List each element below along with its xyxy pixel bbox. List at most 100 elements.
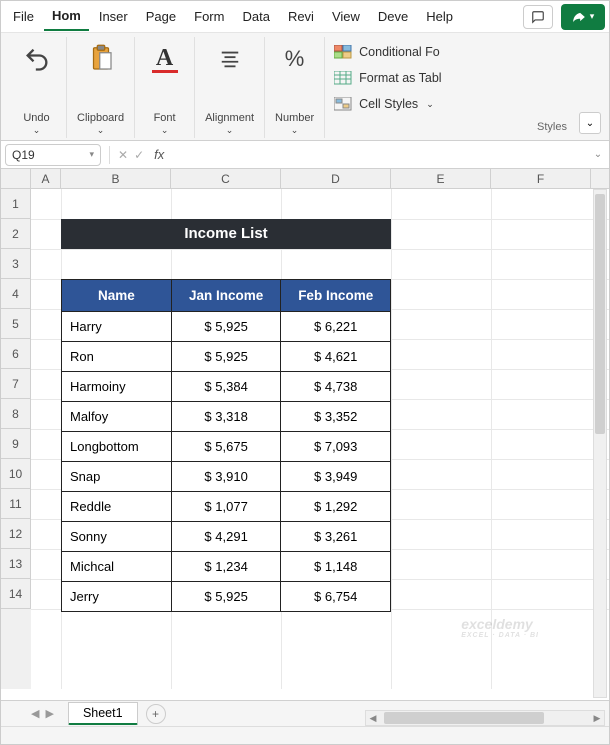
formula-bar: Q19 ▾ ✕ ✓ fx ⌄ [1,141,609,169]
format-table-icon [333,70,353,86]
ribbon-group-clipboard: Clipboard⌄ [67,37,135,138]
table-row[interactable]: Reddle$ 1,077$ 1,292 [62,492,391,522]
sheet-nav[interactable]: ◀▶ [31,707,54,720]
formula-input[interactable] [170,144,587,166]
table-row[interactable]: Harmoiny$ 5,384$ 4,738 [62,372,391,402]
row-header[interactable]: 4 [1,279,31,309]
tab-review[interactable]: Revi [280,3,322,30]
share-icon [572,10,586,24]
tab-file[interactable]: File [5,3,42,30]
spreadsheet-grid: A B C D E F 1 2 3 4 5 6 7 8 9 10 11 12 1… [1,169,609,689]
select-all-corner[interactable] [1,169,31,188]
cells-area[interactable]: Income List Name Jan Income Feb Income H… [31,189,609,689]
row-header[interactable]: 5 [1,309,31,339]
chevron-right-icon[interactable]: ▶ [45,707,53,720]
row-header[interactable]: 8 [1,399,31,429]
tab-data[interactable]: Data [234,3,277,30]
cell-styles-icon [333,96,353,112]
status-bar [1,726,609,744]
number-icon[interactable]: % [285,39,305,79]
scroll-thumb[interactable] [595,194,605,434]
watermark: exceldemy EXCEL · DATA · BI [461,616,539,639]
table-row[interactable]: Michcal$ 1,234$ 1,148 [62,552,391,582]
alignment-label: Alignment⌄ [205,112,254,136]
table-row[interactable]: Harry$ 5,925$ 6,221 [62,312,391,342]
row-header[interactable]: 12 [1,519,31,549]
fx-label[interactable]: fx [154,147,164,162]
col-header-e[interactable]: E [391,169,491,188]
ribbon-group-styles: Conditional Fo Format as Tabl Cell Style… [325,37,603,138]
plus-icon: + [152,707,159,721]
number-label: Number⌄ [275,112,314,136]
undo-icon[interactable] [23,39,51,79]
font-label: Font⌄ [154,112,176,136]
comment-icon [531,10,545,24]
ribbon-group-font: A Font⌄ [135,37,195,138]
chevron-down-icon: ⌄ [586,118,594,129]
alignment-icon[interactable] [217,39,243,79]
cancel-formula-icon[interactable]: ✕ [118,148,128,162]
row-headers: 1 2 3 4 5 6 7 8 9 10 11 12 13 14 [1,189,31,689]
column-headers: A B C D E F [1,169,609,189]
chevron-left-icon[interactable]: ◀ [366,713,380,724]
tab-formulas[interactable]: Form [186,3,232,30]
table-row[interactable]: Longbottom$ 5,675$ 7,093 [62,432,391,462]
clipboard-label: Clipboard⌄ [77,112,124,136]
row-header[interactable]: 14 [1,579,31,609]
header-feb: Feb Income [281,280,391,312]
vertical-scrollbar[interactable] [593,189,607,698]
scroll-thumb[interactable] [384,712,544,724]
conditional-formatting-button[interactable]: Conditional Fo [333,41,595,63]
sheet-tab-sheet1[interactable]: Sheet1 [68,702,138,725]
ribbon-expand-button[interactable]: ⌄ [579,112,601,134]
format-as-table-button[interactable]: Format as Tabl [333,67,595,89]
ribbon-group-number: % Number⌄ [265,37,325,138]
chevron-left-icon[interactable]: ◀ [31,707,39,720]
row-header[interactable]: 6 [1,339,31,369]
cell-styles-button[interactable]: Cell Styles⌄ [333,93,595,115]
share-button[interactable]: ▾ [561,4,605,30]
comments-button[interactable] [523,5,553,29]
row-header[interactable]: 10 [1,459,31,489]
row-header[interactable]: 11 [1,489,31,519]
name-box[interactable]: Q19 ▾ [5,144,101,166]
income-table: Name Jan Income Feb Income Harry$ 5,925$… [61,279,391,612]
tab-insert[interactable]: Inser [91,3,136,30]
formula-expand-button[interactable]: ⌄ [587,149,609,160]
col-header-b[interactable]: B [61,169,171,188]
styles-group-label: Styles [333,121,595,133]
row-header[interactable]: 9 [1,429,31,459]
table-row[interactable]: Sonny$ 4,291$ 3,261 [62,522,391,552]
row-header[interactable]: 13 [1,549,31,579]
tab-view[interactable]: View [324,3,368,30]
font-icon[interactable]: A [152,39,178,79]
add-sheet-button[interactable]: + [146,704,166,724]
col-header-d[interactable]: D [281,169,391,188]
table-title: Income List [61,219,391,249]
menu-bar: File Hom Inser Page Form Data Revi View … [1,1,609,33]
table-header-row: Name Jan Income Feb Income [62,280,391,312]
table-row[interactable]: Malfoy$ 3,318$ 3,352 [62,402,391,432]
table-row[interactable]: Jerry$ 5,925$ 6,754 [62,582,391,612]
tab-page[interactable]: Page [138,3,184,30]
row-header[interactable]: 7 [1,369,31,399]
paste-icon[interactable] [86,39,116,79]
ribbon: Undo⌄ Clipboard⌄ A Font⌄ Alignment⌄ % Nu… [1,33,609,141]
conditional-formatting-icon [333,44,353,60]
horizontal-scrollbar[interactable]: ◀ ▶ [365,710,605,726]
enter-formula-icon[interactable]: ✓ [134,148,144,162]
col-header-a[interactable]: A [31,169,61,188]
row-header[interactable]: 1 [1,189,31,219]
tab-help[interactable]: Help [418,3,461,30]
chevron-down-icon: ▾ [590,11,595,22]
ribbon-group-undo: Undo⌄ [7,37,67,138]
row-header[interactable]: 3 [1,249,31,279]
tab-developer[interactable]: Deve [370,3,416,30]
table-row[interactable]: Ron$ 5,925$ 4,621 [62,342,391,372]
table-row[interactable]: Snap$ 3,910$ 3,949 [62,462,391,492]
chevron-right-icon[interactable]: ▶ [590,713,604,724]
tab-home[interactable]: Hom [44,2,89,31]
col-header-c[interactable]: C [171,169,281,188]
row-header[interactable]: 2 [1,219,31,249]
col-header-f[interactable]: F [491,169,591,188]
